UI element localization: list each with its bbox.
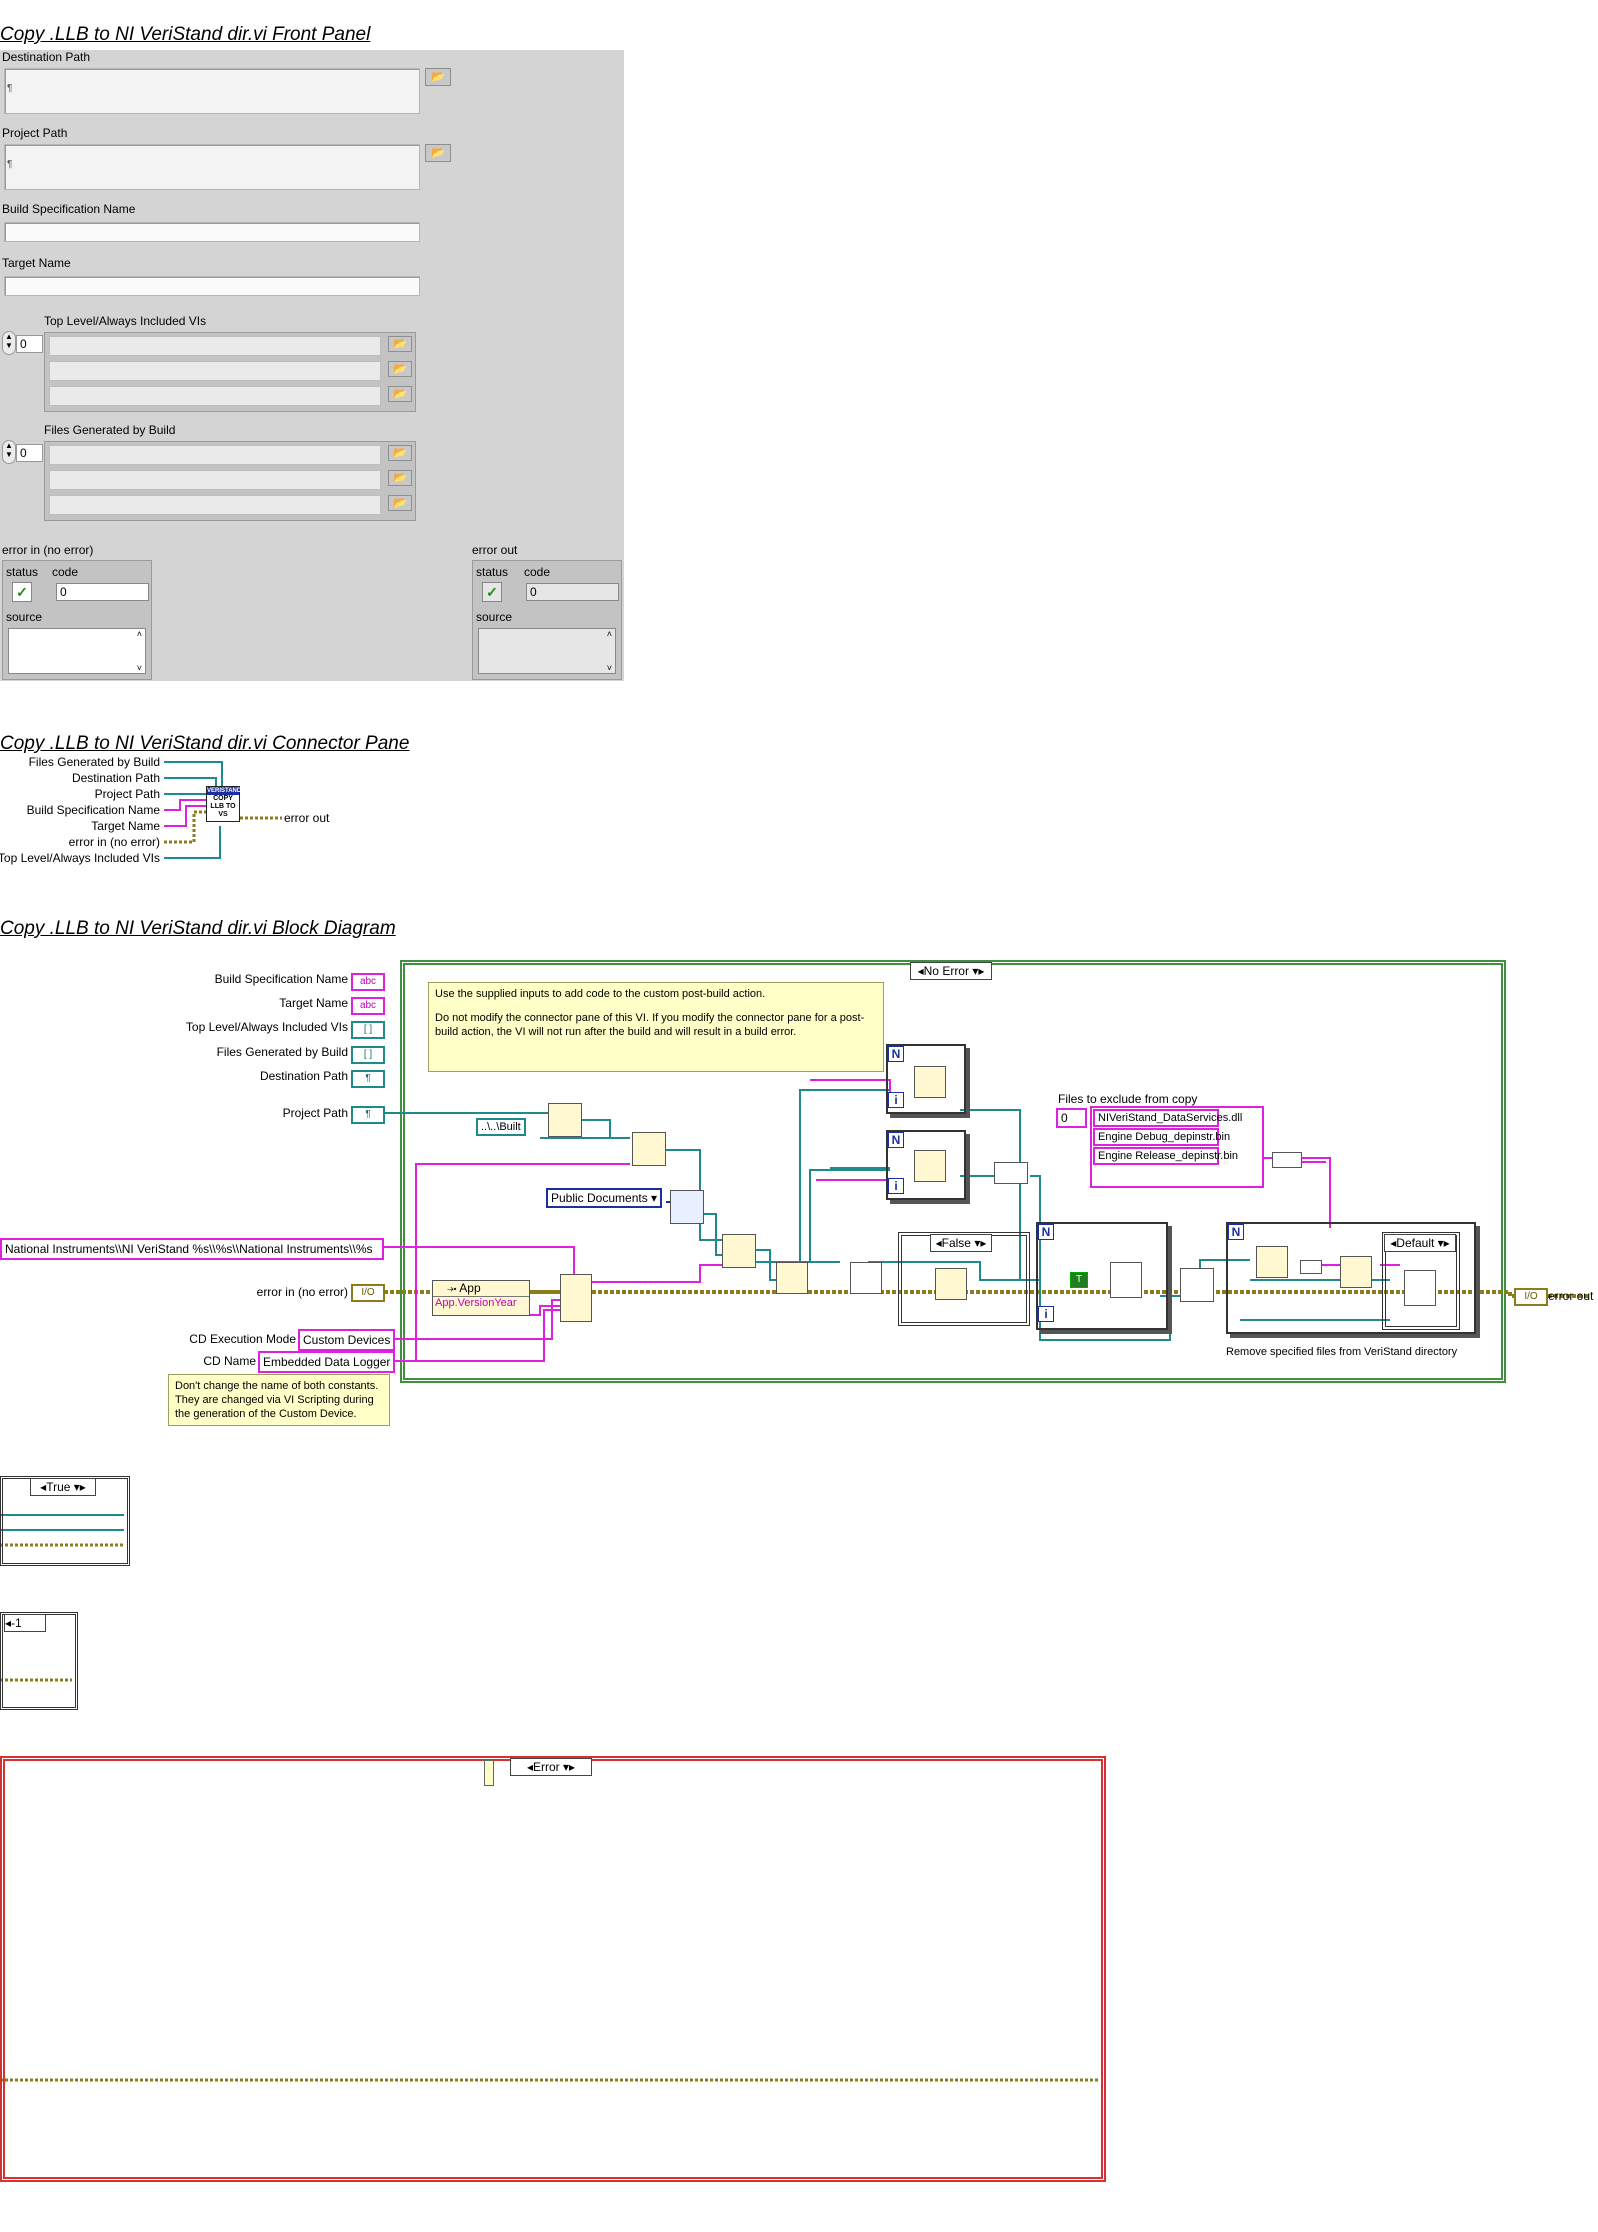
case-label: True (46, 1480, 71, 1494)
error-out-terminal: I/O (1514, 1288, 1548, 1306)
bd-control-label: Target Name (279, 996, 348, 1010)
build-path-node[interactable] (548, 1103, 582, 1137)
error-case-selector[interactable]: ◂Error ▾▸ (510, 1758, 592, 1776)
target-name-terminal[interactable]: abc (351, 997, 385, 1015)
note-text: Don't change the name of both constants.… (175, 1380, 379, 1420)
build-spec-name-terminal[interactable]: abc (351, 973, 385, 991)
cd-execution-mode-constant[interactable]: Custom Devices (298, 1329, 396, 1351)
copy-for-loop[interactable] (1036, 1222, 1168, 1330)
error-case-structure[interactable] (0, 1756, 1106, 2182)
relative-path-constant[interactable]: ..\..\Built (476, 1118, 526, 1136)
list-folder-node[interactable] (1180, 1268, 1214, 1302)
property-class-text: App (459, 1281, 481, 1295)
match-pattern-node[interactable] (1300, 1260, 1322, 1274)
format-into-string-node[interactable] (560, 1274, 592, 1322)
scripting-note: Don't change the name of both constants.… (168, 1374, 390, 1426)
cd-name-constant[interactable]: Embedded Data Logger (258, 1351, 396, 1373)
destination-path-terminal[interactable]: ¶ (351, 1070, 385, 1088)
create-folder-node[interactable] (776, 1262, 808, 1294)
build-path-node[interactable] (914, 1150, 946, 1182)
post-build-note: Use the supplied inputs to add code to t… (428, 982, 884, 1072)
true-case-selector[interactable]: ◂True ▾▸ (30, 1478, 96, 1496)
cd-name-label: CD Name (203, 1354, 256, 1368)
unwired-tunnel (484, 1760, 494, 1786)
enum-text: Public Documents (551, 1191, 648, 1205)
case-label: -1 (11, 1616, 22, 1630)
note-line: Do not modify the connector pane of this… (435, 1012, 865, 1038)
note-line: Use the supplied inputs to add code to t… (435, 988, 766, 1000)
delete-file-node[interactable] (1404, 1270, 1436, 1306)
error-in-terminal[interactable]: I/O (351, 1284, 385, 1302)
files-generated-terminal[interactable]: [ ] (351, 1046, 385, 1064)
search-array-node[interactable] (1340, 1256, 1372, 1288)
system-directory-node[interactable] (670, 1190, 704, 1224)
property-class: ⤞ App (433, 1281, 529, 1297)
build-path-node[interactable] (632, 1132, 666, 1166)
error-out-terminal-label: error out (1548, 1289, 1594, 1303)
case-label: Error (532, 1760, 560, 1774)
property-name: App.VersionYear (435, 1297, 517, 1309)
false-case-selector[interactable]: ◂False ▾▸ (930, 1234, 992, 1252)
boolean-true-constant[interactable]: T (1070, 1272, 1088, 1288)
property-node[interactable]: ⤞ App App.VersionYear (432, 1280, 530, 1316)
bd-control-label: Destination Path (259, 1069, 348, 1083)
check-if-exists-node[interactable] (850, 1262, 882, 1294)
exclude-file-item[interactable]: NIVeriStand_DataServices.dll (1093, 1109, 1242, 1127)
case-label: False (941, 1236, 971, 1250)
bd-control-label: Top Level/Always Included VIs (185, 1020, 348, 1034)
loop-iteration-terminal: i (888, 1092, 904, 1108)
build-path-node[interactable] (914, 1066, 946, 1098)
string-to-array-node[interactable] (1272, 1152, 1302, 1168)
build-path-node[interactable] (722, 1234, 756, 1268)
copy-file-node[interactable] (1110, 1262, 1142, 1298)
create-folder-node[interactable] (935, 1268, 967, 1300)
exclude-files-index[interactable]: 0 (1056, 1108, 1087, 1128)
top-level-vis-terminal[interactable]: [ ] (351, 1021, 385, 1039)
loop-iteration-terminal: i (1038, 1306, 1054, 1322)
loop-count-terminal[interactable]: N (1038, 1224, 1054, 1240)
build-path-node[interactable] (1256, 1246, 1288, 1278)
exclude-file-item[interactable]: Engine Release_depinstr.bin (1093, 1147, 1238, 1165)
default-case-selector[interactable]: ◂Default ▾▸ (1384, 1234, 1456, 1252)
cd-execution-mode-label: CD Execution Mode (189, 1332, 296, 1346)
bd-control-label: Files Generated by Build (216, 1045, 348, 1059)
error-in-terminal-label: error in (no error) (256, 1285, 348, 1299)
exclude-files-label: Files to exclude from copy (1058, 1092, 1198, 1106)
loop-count-terminal[interactable]: N (888, 1046, 904, 1062)
bd-control-label: Project Path (282, 1106, 348, 1120)
project-path-terminal[interactable]: ¶ (351, 1106, 385, 1124)
bd-control-label: Build Specification Name (214, 972, 348, 986)
public-documents-constant[interactable]: Public Documents ▾ (546, 1188, 663, 1208)
remove-files-label: Remove specified files from VeriStand di… (1226, 1346, 1458, 1358)
loop-iteration-terminal: i (888, 1178, 904, 1194)
case-label: Default (1396, 1236, 1435, 1250)
build-array-node[interactable] (994, 1162, 1028, 1184)
minus1-case-selector[interactable]: ◂-1 (4, 1614, 46, 1632)
exclude-file-item[interactable]: Engine Debug_depinstr.bin (1093, 1128, 1230, 1146)
loop-count-terminal[interactable]: N (1228, 1224, 1244, 1240)
loop-count-terminal[interactable]: N (888, 1132, 904, 1148)
format-string-constant[interactable]: National Instruments\\NI VeriStand %s\\%… (0, 1238, 384, 1260)
